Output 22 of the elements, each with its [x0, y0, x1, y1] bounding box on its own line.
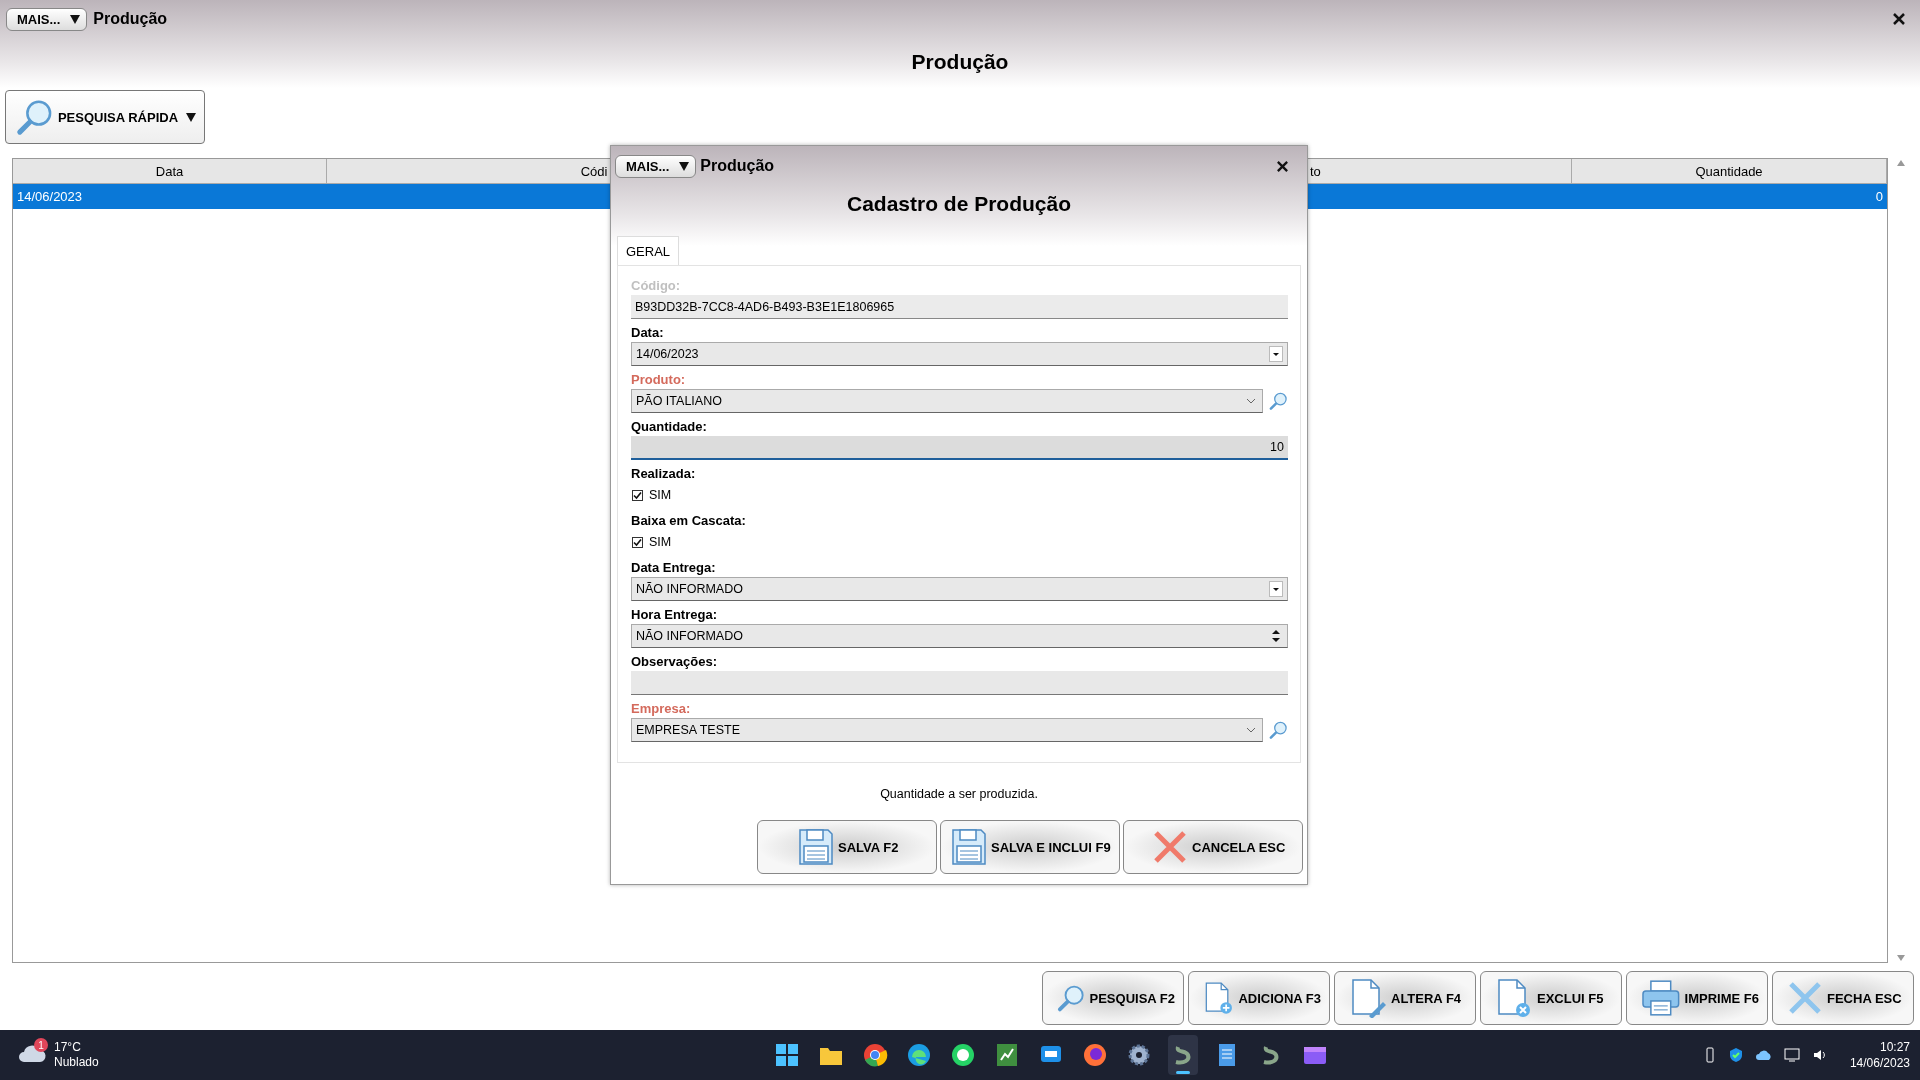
page-heading: Produção — [910, 50, 1010, 74]
field-label: Realizada: — [631, 465, 697, 483]
field-label: Produto: — [631, 371, 687, 389]
checkbox-label: SIM — [649, 535, 672, 549]
table-cell-text: 0 — [1874, 189, 1884, 204]
field-label: Quantidade: — [631, 418, 708, 436]
field-label: Empresa: — [631, 700, 692, 718]
dialog-heading: Cadastro de Produção — [845, 192, 1073, 216]
field-label: Data: — [631, 324, 665, 342]
field-label: Baixa em Cascata: — [631, 512, 747, 530]
field-label: Data Entrega: — [631, 559, 717, 577]
hint-text: Quantidade a ser produzida. — [879, 787, 1039, 801]
notification-badge: 1 — [34, 1038, 48, 1052]
checkbox-label: SIM — [649, 488, 672, 502]
field-label: Observações: — [631, 653, 718, 671]
temperature-text: 17°C — [54, 1040, 82, 1055]
field-label: Hora Entrega: — [631, 606, 718, 624]
weather-text: Nublado — [54, 1055, 99, 1070]
dialog-title: Produção — [700, 157, 775, 175]
field-label: Código: — [631, 277, 682, 295]
table-cell-text: 14/06/2023 — [16, 189, 84, 204]
window-title: Produção — [93, 10, 168, 28]
